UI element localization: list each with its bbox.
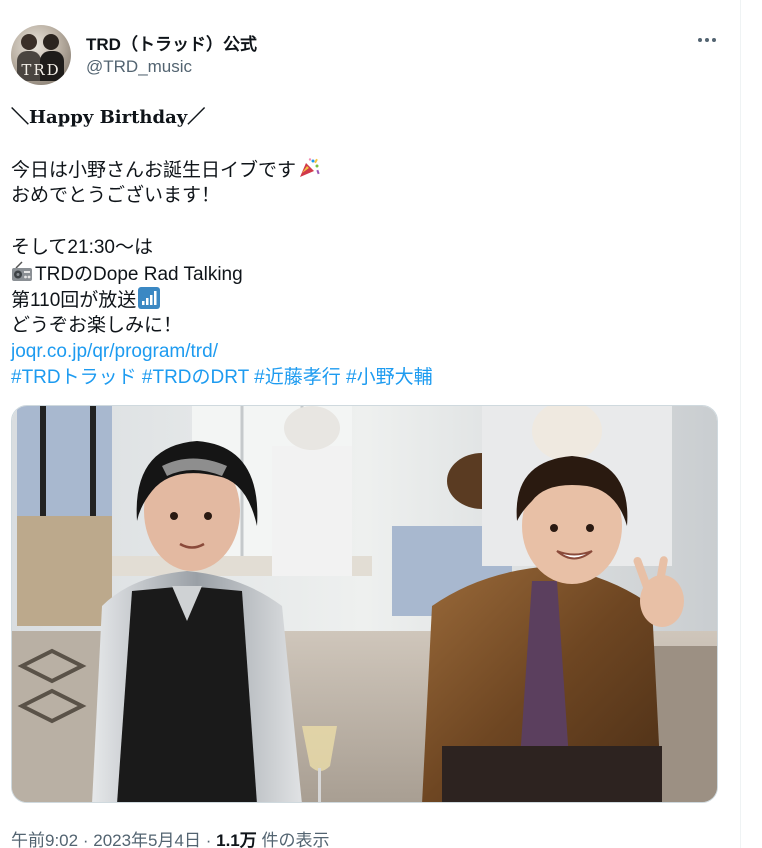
antenna-bars-icon bbox=[138, 287, 161, 309]
hashtag-kondo[interactable]: #近藤孝行 bbox=[254, 367, 341, 388]
radio-icon bbox=[12, 261, 32, 281]
display-name[interactable]: TRD（トラッド）公式 bbox=[86, 30, 257, 55]
tweet-card: TRD TRD（トラッド）公式 @TRD_music ＼Happy Birthd… bbox=[0, 0, 740, 848]
tweet-date[interactable]: 2023年5月4日 bbox=[93, 831, 201, 848]
avatar-person-left bbox=[21, 34, 37, 50]
avatar-person-right bbox=[43, 34, 59, 50]
more-horizontal-icon bbox=[698, 38, 702, 42]
right-column-divider bbox=[740, 0, 762, 848]
text-line: TRDのDope Rad Talking bbox=[11, 261, 721, 287]
tweet-meta: 午前9:02 · 2023年5月4日 · 1.1万 件の表示 bbox=[11, 826, 329, 848]
views-label: 件の表示 bbox=[261, 831, 330, 848]
more-options-button[interactable] bbox=[690, 28, 724, 52]
text-line-3: そして21:30～は bbox=[11, 237, 153, 258]
meta-separator-2: · bbox=[205, 831, 212, 848]
hashtag-ono[interactable]: #小野大輔 bbox=[346, 367, 433, 388]
greeting-line: ＼Happy Birthday／ bbox=[11, 107, 206, 128]
photo-illustration bbox=[12, 406, 717, 802]
avatar[interactable]: TRD bbox=[11, 25, 71, 85]
meta-separator: · bbox=[82, 831, 89, 848]
tweet-text: ＼Happy Birthday／ 今日は小野さんお誕生日イブです おめでとうござ… bbox=[11, 105, 721, 391]
avatar-logo-text: TRD bbox=[21, 61, 61, 79]
tweet-photo[interactable] bbox=[11, 405, 718, 803]
tweet-time[interactable]: 午前9:02 bbox=[11, 831, 78, 848]
text-line-5: 第110回が放送 bbox=[11, 290, 137, 311]
hashtag-trd-drt[interactable]: #TRDのDRT bbox=[142, 367, 249, 388]
program-link[interactable]: joqr.co.jp/qr/program/trd/ bbox=[11, 339, 721, 365]
hashtag-trd-trad[interactable]: #TRDトラッド bbox=[11, 367, 137, 388]
text-line: 第110回が放送 bbox=[11, 287, 721, 313]
text-line-6: どうぞお楽しみに！ bbox=[11, 315, 183, 336]
hashtag-row: #TRDトラッド #TRDのDRT #近藤孝行 #小野大輔 bbox=[11, 365, 721, 391]
views-count[interactable]: 1.1万 bbox=[216, 831, 257, 848]
text-line: 今日は小野さんお誕生日イブです bbox=[11, 157, 721, 183]
more-horizontal-icon-dot bbox=[705, 38, 709, 42]
more-horizontal-icon-dot bbox=[712, 38, 716, 42]
text-line-1: 今日は小野さんお誕生日イブです bbox=[11, 160, 297, 181]
party-popper-icon bbox=[300, 158, 320, 177]
user-handle[interactable]: @TRD_music bbox=[86, 57, 192, 77]
text-line-2: おめでとうございます！ bbox=[11, 185, 221, 206]
text-line-4: TRDのDope Rad Talking bbox=[35, 264, 243, 285]
